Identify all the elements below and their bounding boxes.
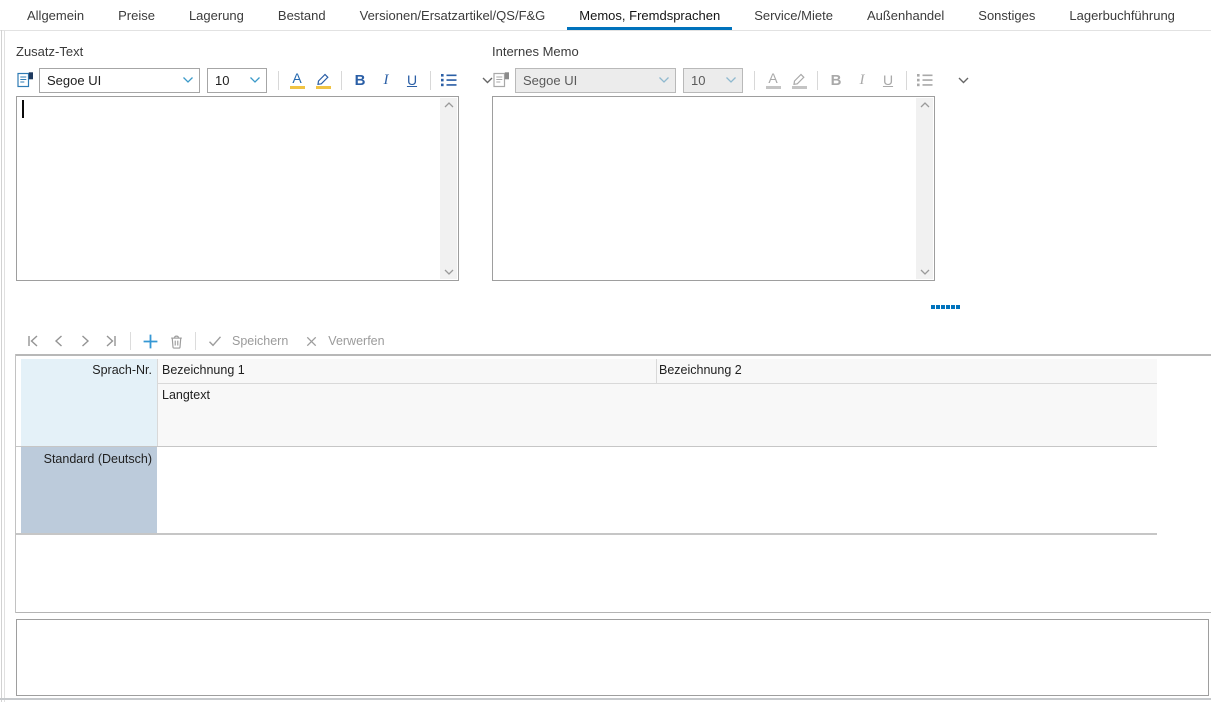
column-header-langtext[interactable]: Langtext — [162, 388, 210, 402]
left-panel-edge-inner — [4, 30, 5, 702]
font-family-select[interactable]: Segoe UI — [39, 68, 200, 93]
highlight-pen-icon — [786, 67, 812, 93]
grid-col-divider — [656, 359, 657, 383]
tab-memos-fremdsprachen[interactable]: Memos, Fremdsprachen — [562, 0, 737, 30]
font-family-value: Segoe UI — [523, 73, 577, 88]
zusatz-text-toolbar: Segoe UI 10 A B I U — [14, 66, 500, 94]
next-record-icon[interactable] — [72, 329, 98, 353]
grid-row-divider — [158, 383, 1157, 384]
underline-icon: U — [875, 67, 901, 93]
bullet-list-icon — [912, 67, 938, 93]
font-family-select: Segoe UI — [515, 68, 676, 93]
tab-bar: Allgemein Preise Lagerung Bestand Versio… — [0, 0, 1211, 31]
tab-sonstiges[interactable]: Sonstiges — [961, 0, 1052, 30]
font-color-icon: A — [760, 67, 786, 93]
internes-memo-scrollbar[interactable] — [916, 98, 933, 279]
font-family-value: Segoe UI — [47, 73, 101, 88]
row-bottom-line — [16, 533, 1157, 535]
row-standard-deutsch-cells[interactable] — [158, 447, 1157, 533]
toolbar-separator — [341, 71, 342, 90]
previous-record-icon[interactable] — [46, 329, 72, 353]
grid-bottom-border — [16, 612, 1211, 613]
langtext-edit-box[interactable] — [16, 619, 1209, 696]
grid-top-border — [16, 354, 1211, 356]
internes-memo-label: Internes Memo — [492, 44, 579, 59]
discard-x-icon[interactable] — [298, 329, 324, 353]
last-record-icon[interactable] — [98, 329, 124, 353]
scroll-down-icon[interactable] — [920, 269, 930, 275]
toolbar-separator — [430, 71, 431, 90]
toolbar-separator — [817, 71, 818, 90]
font-dropdown-chevron — [182, 76, 194, 84]
toolbar-separator — [195, 332, 196, 350]
record-toolbar: Speichern Verwerfen — [20, 329, 395, 353]
discard-button[interactable]: Verwerfen — [328, 334, 384, 348]
size-dropdown-chevron — [249, 76, 261, 84]
tab-versionen[interactable]: Versionen/Ersatzartikel/QS/F&G — [343, 0, 563, 30]
zusatz-text-label: Zusatz-Text — [16, 44, 83, 59]
grid-subheader-row: Langtext — [158, 384, 1157, 446]
insert-textmodule-icon — [490, 69, 512, 91]
grid-left-border — [15, 354, 16, 613]
font-size-value: 10 — [691, 73, 705, 88]
article-detail-window: Allgemein Preise Lagerung Bestand Versio… — [0, 0, 1211, 702]
zusatz-text-editor[interactable] — [16, 96, 459, 281]
bold-icon[interactable]: B — [347, 67, 373, 93]
tab-bestand[interactable]: Bestand — [261, 0, 343, 30]
left-panel-edge — [1, 30, 2, 702]
insert-textmodule-icon[interactable] — [14, 69, 36, 91]
toolbar-separator — [906, 71, 907, 90]
column-header-bezeichnung1[interactable]: Bezeichnung 1 — [162, 363, 245, 377]
font-size-value: 10 — [215, 73, 229, 88]
scroll-up-icon[interactable] — [920, 102, 930, 108]
font-dropdown-chevron — [658, 76, 670, 84]
highlight-pen-icon[interactable] — [310, 67, 336, 93]
add-record-icon[interactable] — [137, 329, 163, 353]
size-dropdown-chevron — [725, 76, 737, 84]
toolbar-separator — [278, 71, 279, 90]
tab-aussenhandel[interactable]: Außenhandel — [850, 0, 961, 30]
underline-icon[interactable]: U — [399, 67, 425, 93]
internes-memo-toolbar: Segoe UI 10 A B I U — [490, 66, 976, 94]
font-size-select: 10 — [683, 68, 743, 93]
save-button[interactable]: Speichern — [232, 334, 288, 348]
save-check-icon[interactable] — [202, 329, 228, 353]
tab-lagerbuchfuehrung[interactable]: Lagerbuchführung — [1052, 0, 1192, 30]
toolbar-separator — [130, 332, 131, 350]
text-caret — [22, 100, 24, 118]
first-record-icon[interactable] — [20, 329, 46, 353]
window-bottom-edge — [0, 698, 1211, 700]
splitter-grip-dots[interactable] — [931, 305, 960, 309]
tab-lagerung[interactable]: Lagerung — [172, 0, 261, 30]
grid-col-divider — [157, 359, 158, 446]
italic-icon[interactable]: I — [373, 67, 399, 93]
font-size-select[interactable]: 10 — [207, 68, 267, 93]
italic-icon: I — [849, 67, 875, 93]
font-color-icon[interactable]: A — [284, 67, 310, 93]
delete-record-icon[interactable] — [163, 329, 189, 353]
tab-allgemein[interactable]: Allgemein — [10, 0, 101, 30]
scroll-up-icon[interactable] — [444, 102, 454, 108]
tab-preise[interactable]: Preise — [101, 0, 172, 30]
zusatz-text-scrollbar[interactable] — [440, 98, 457, 279]
scroll-down-icon[interactable] — [444, 269, 454, 275]
more-options-chevron[interactable] — [950, 67, 976, 93]
toolbar-separator — [754, 71, 755, 90]
bullet-list-icon[interactable] — [436, 67, 462, 93]
row-header-standard-deutsch[interactable]: Standard (Deutsch) — [21, 447, 157, 533]
grid-corner-sprachnr: Sprach-Nr. — [21, 359, 157, 446]
bold-icon: B — [823, 67, 849, 93]
internes-memo-editor[interactable] — [492, 96, 935, 281]
column-header-bezeichnung2[interactable]: Bezeichnung 2 — [659, 363, 742, 377]
tab-service-miete[interactable]: Service/Miete — [737, 0, 850, 30]
grid-header-row: Bezeichnung 1 Bezeichnung 2 — [158, 359, 1157, 383]
